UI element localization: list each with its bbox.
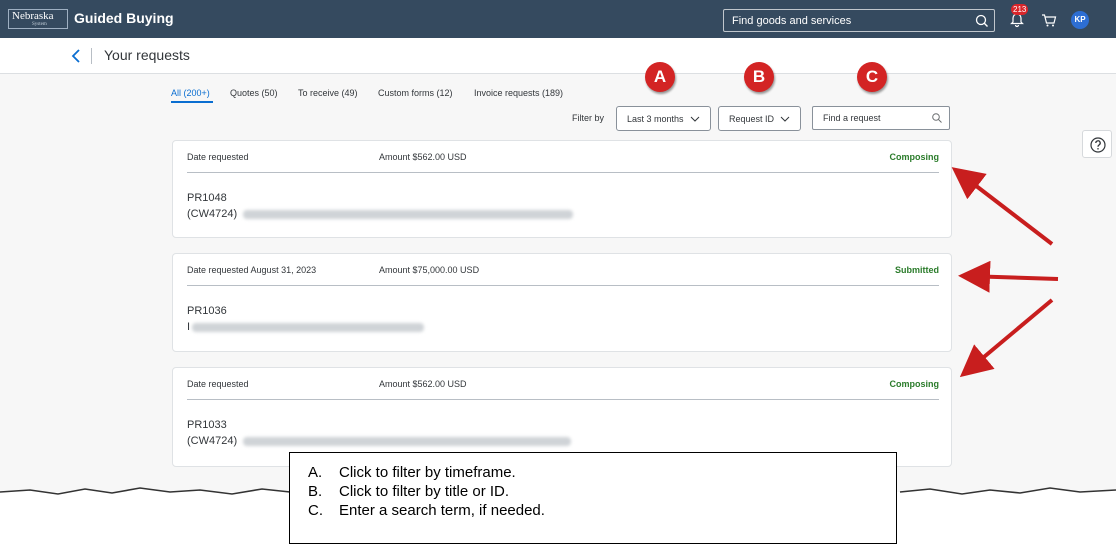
global-search[interactable] (723, 9, 995, 32)
nebraska-logo[interactable]: Nebraska System (8, 9, 68, 29)
notification-badge: 213 (1011, 4, 1029, 15)
instruction-legend: A. Click to filter by timeframe. B. Clic… (289, 452, 897, 544)
timeframe-filter-value: Last 3 months (627, 113, 684, 124)
request-title: (CW4724) (187, 435, 572, 447)
search-icon[interactable] (931, 112, 943, 124)
find-request-input[interactable] (823, 113, 923, 123)
cart-icon[interactable] (1040, 11, 1058, 29)
card-divider (187, 285, 939, 286)
card-divider (187, 399, 939, 400)
timeframe-filter-button[interactable]: Last 3 months (616, 106, 711, 131)
find-request-field[interactable] (812, 106, 950, 130)
request-code: I (187, 321, 191, 333)
chevron-down-icon (690, 116, 699, 122)
legend-item: B. Click to filter by title or ID. (308, 482, 896, 501)
arrow-to-submitted (958, 260, 1059, 293)
request-id[interactable]: PR1048 (187, 192, 227, 204)
status-badge: Composing (889, 152, 940, 162)
amount: Amount $562.00 USD (379, 379, 467, 389)
date-requested: Date requested August 31, 2023 (187, 265, 317, 275)
app-frame: Nebraska System Guided Buying 213 KP (0, 0, 1116, 492)
shell-bar: Nebraska System Guided Buying 213 KP (0, 0, 1116, 38)
amount: Amount $562.00 USD (379, 152, 467, 162)
request-title: (CW4724) (187, 208, 574, 220)
global-search-input[interactable] (732, 15, 962, 27)
request-id[interactable]: PR1033 (187, 419, 227, 431)
request-id[interactable]: PR1036 (187, 305, 227, 317)
filter-label: Filter by (572, 113, 605, 123)
status-badge: Submitted (895, 265, 939, 275)
request-card[interactable]: Date requested August 31, 2023 Amount $7… (172, 253, 952, 352)
request-code: (CW4724) (187, 435, 238, 447)
field-filter-value: Request ID (729, 113, 775, 124)
help-button[interactable] (1082, 130, 1112, 158)
callout-a: A (645, 62, 675, 92)
legend-text: Click to filter by title or ID. (339, 483, 510, 500)
legend-item: C. Enter a search term, if needed. (308, 501, 896, 520)
legend-text: Click to filter by timeframe. (339, 464, 516, 481)
tab-to-receive[interactable]: To receive (49) (298, 88, 358, 98)
chevron-down-icon (780, 116, 790, 122)
tab-active-indicator (171, 101, 213, 103)
callout-b: B (744, 62, 774, 92)
request-card[interactable]: Date requested Amount $562.00 USD Compos… (172, 140, 952, 238)
request-title: I (187, 321, 425, 333)
tab-invoice-requests[interactable]: Invoice requests (189) (474, 88, 563, 98)
date-requested: Date requested (187, 152, 249, 162)
header-divider (91, 48, 92, 64)
tab-custom-forms[interactable]: Custom forms (12) (378, 88, 453, 98)
question-mark-icon (1090, 137, 1106, 153)
field-filter-button[interactable]: Request ID (718, 106, 802, 131)
status-badge: Composing (889, 379, 940, 389)
search-icon[interactable] (974, 13, 990, 29)
card-divider (187, 172, 939, 173)
app-title: Guided Buying (74, 10, 174, 26)
blurred-title (243, 436, 572, 446)
logo-text: Nebraska (12, 10, 54, 22)
legend-item: A. Click to filter by timeframe. (308, 463, 896, 482)
blurred-title (243, 209, 574, 219)
amount: Amount $75,000.00 USD (379, 265, 480, 275)
blurred-title (192, 322, 425, 332)
tab-all[interactable]: All (200+) (171, 88, 210, 98)
legend-letter: A. (308, 464, 323, 481)
back-chevron-icon[interactable] (68, 46, 84, 66)
user-avatar[interactable]: KP (1071, 11, 1089, 29)
arrow-to-composing-second (959, 298, 1054, 378)
page-header: Your requests (0, 38, 1116, 74)
legend-letter: C. (308, 502, 323, 519)
legend-letter: B. (308, 483, 323, 500)
page-title: Your requests (104, 47, 190, 63)
tab-quotes[interactable]: Quotes (50) (230, 88, 278, 98)
arrow-to-composing (951, 167, 1054, 246)
request-code: (CW4724) (187, 208, 238, 220)
logo-subtext: System (32, 22, 47, 27)
date-requested: Date requested (187, 379, 249, 389)
callout-c: C (857, 62, 887, 92)
legend-text: Enter a search term, if needed. (339, 502, 545, 519)
